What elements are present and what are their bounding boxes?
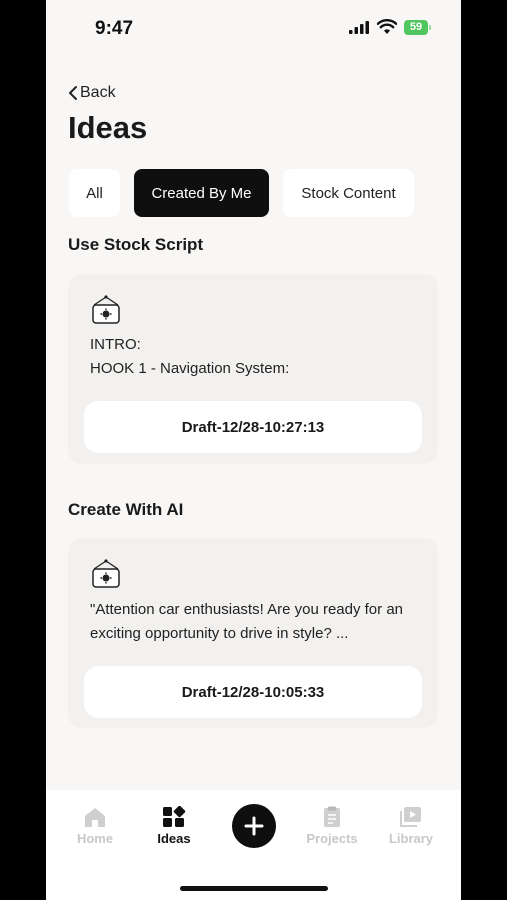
script-line: INTRO: <box>90 336 141 353</box>
stock-script-card[interactable]: INTRO: HOOK 1 - Navigation System: Draft… <box>68 274 438 464</box>
bottom-nav: Home Ideas Projects Library <box>46 790 461 900</box>
page-title: Ideas <box>68 110 148 145</box>
tab-stock-content[interactable]: Stock Content <box>283 169 414 217</box>
ai-script-card[interactable]: "Attention car enthusiasts! Are you read… <box>68 538 438 728</box>
tab-created-by-me[interactable]: Created By Me <box>134 169 269 217</box>
video-library-icon <box>400 807 421 827</box>
tab-label: All <box>86 184 103 202</box>
nav-label: Library <box>388 831 434 846</box>
draft-label: Draft-12/28-10:27:13 <box>181 418 325 436</box>
cellular-signal-icon <box>349 21 369 34</box>
chevron-left-icon <box>69 86 77 100</box>
nav-label: Projects <box>306 831 358 846</box>
draft-label: Draft-12/28-10:05:33 <box>181 683 325 701</box>
wifi-icon <box>377 19 397 34</box>
script-preview: INTRO: HOOK 1 - Navigation System: <box>90 333 430 380</box>
section-heading-create-with-ai: Create With AI <box>68 500 184 519</box>
add-button[interactable] <box>232 804 276 848</box>
draft-button[interactable]: Draft-12/28-10:27:13 <box>84 401 422 453</box>
tab-label: Stock Content <box>301 184 396 202</box>
home-indicator <box>180 886 328 891</box>
back-button[interactable]: Back <box>68 84 116 102</box>
nav-projects[interactable]: Projects <box>297 806 367 846</box>
section-heading-stock-script: Use Stock Script <box>68 235 204 254</box>
hanging-sign-icon <box>92 295 120 324</box>
battery-indicator: 59 <box>404 20 428 35</box>
script-line: HOOK 1 - Navigation System: <box>90 359 290 377</box>
clipboard-icon <box>324 806 340 827</box>
ideas-grid-icon <box>163 806 186 827</box>
plus-icon <box>244 816 264 836</box>
tab-label: Created By Me <box>151 184 252 202</box>
nav-label: Home <box>76 831 114 846</box>
nav-ideas[interactable]: Ideas <box>139 806 209 846</box>
nav-library[interactable]: Library <box>376 806 446 846</box>
nav-home[interactable]: Home <box>60 806 130 846</box>
nav-label: Ideas <box>157 831 191 846</box>
battery-cap <box>429 25 431 30</box>
status-time: 9:47 <box>95 18 134 39</box>
hanging-sign-icon <box>92 559 120 588</box>
draft-button[interactable]: Draft-12/28-10:05:33 <box>84 666 422 718</box>
ai-script-preview: "Attention car enthusiasts! Are you read… <box>90 601 404 642</box>
phone-screen: 9:47 59 Back Ideas All Created By Me Sto… <box>46 0 461 900</box>
status-bar: 9:47 59 <box>46 0 461 56</box>
back-label: Back <box>80 84 116 101</box>
tab-all[interactable]: All <box>69 169 120 217</box>
home-icon <box>85 808 105 827</box>
